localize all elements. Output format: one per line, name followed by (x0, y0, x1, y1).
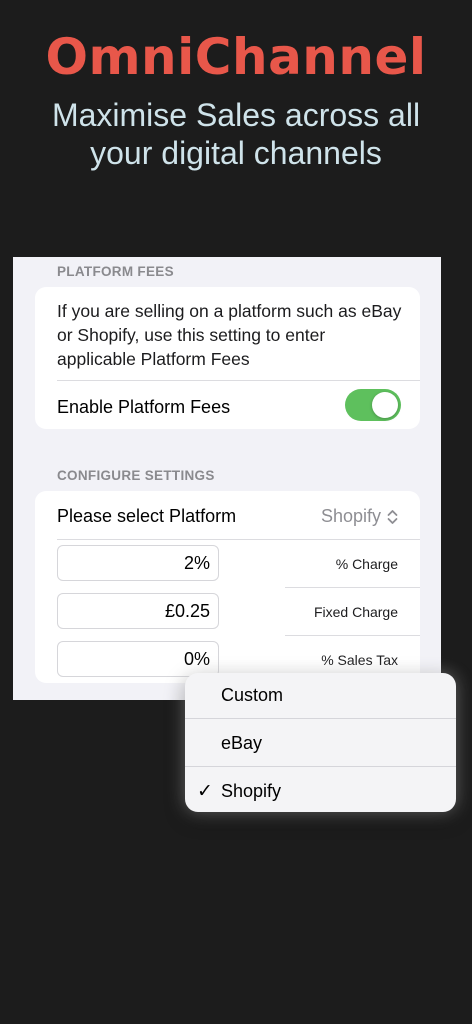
configure-settings-header: CONFIGURE SETTINGS (57, 468, 215, 483)
platform-fees-description: If you are selling on a platform such as… (57, 301, 402, 369)
platform-fees-header: PLATFORM FEES (57, 264, 174, 279)
toggle-knob (372, 392, 398, 418)
selected-platform: Shopify (320, 506, 381, 526)
menu-item-label: eBay (221, 733, 263, 753)
platform-select-label: Please select Platform (57, 506, 237, 526)
tagline-line-1: Maximise Sales across all (51, 97, 421, 133)
menu-item-ebay[interactable]: eBay (185, 721, 456, 767)
divider (285, 635, 420, 636)
configure-settings-card: Please select Platform Shopify 2% % Char… (35, 491, 420, 683)
enable-platform-fees-label: Enable Platform Fees (57, 397, 231, 417)
checkmark-icon: ✓ (197, 781, 213, 802)
menu-item-label: Custom (221, 685, 284, 705)
divider (185, 766, 456, 767)
enable-platform-fees-toggle[interactable] (345, 389, 401, 421)
platform-select-row[interactable]: Please select Platform Shopify (35, 491, 420, 539)
divider (57, 539, 420, 540)
divider (57, 380, 420, 381)
app-tagline: Maximise Sales across all your digital c… (0, 96, 472, 172)
platform-select-value[interactable]: Shopify (321, 506, 398, 527)
percent-charge-input[interactable]: 2% (57, 545, 219, 581)
platform-dropdown-menu: Custom eBay ✓ Shopify (185, 673, 456, 812)
divider (285, 587, 420, 588)
menu-item-shopify[interactable]: ✓ Shopify (185, 769, 456, 812)
fixed-charge-input[interactable]: £0.25 (57, 593, 219, 629)
sales-tax-label: % Sales Tax (321, 652, 398, 668)
divider (185, 718, 456, 719)
fixed-charge-label: Fixed Charge (313, 604, 398, 620)
menu-item-label: Shopify (221, 781, 282, 801)
percent-charge-label: % Charge (335, 556, 398, 572)
chevron-up-down-icon (387, 509, 398, 524)
sales-tax-input[interactable]: 0% (57, 641, 219, 677)
app-title: OmniChannel (45, 28, 427, 86)
settings-panel: PLATFORM FEES If you are selling on a pl… (13, 257, 441, 700)
platform-fees-card: If you are selling on a platform such as… (35, 287, 420, 429)
tagline-line-2: your digital channels (90, 135, 382, 171)
menu-item-custom[interactable]: Custom (185, 673, 456, 719)
